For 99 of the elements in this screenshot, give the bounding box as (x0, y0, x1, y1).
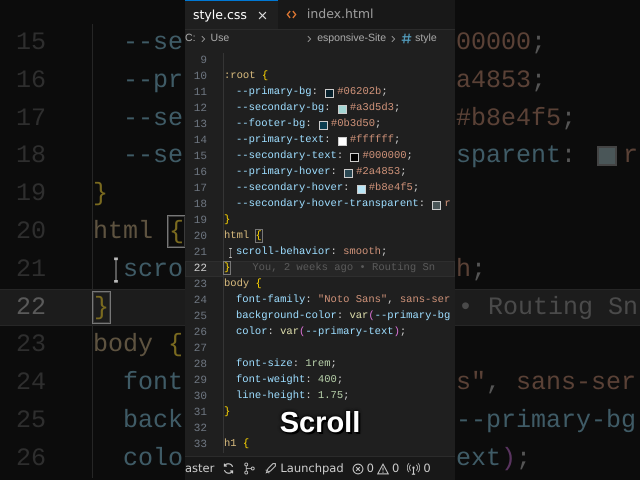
code-text: 00000; (456, 27, 546, 59)
breadcrumb-item[interactable]: esponsive-Site (317, 30, 386, 46)
video-caption: Scroll (280, 406, 360, 441)
source-control-icon[interactable] (243, 462, 256, 475)
code-text: :root { (224, 69, 268, 84)
code-text: scro (123, 254, 184, 286)
code-text: sparent: (456, 140, 578, 172)
code-text: --primary-bg (456, 404, 636, 437)
line-number: 25 (192, 310, 207, 325)
line-number: 29 (192, 374, 207, 389)
code-text: --se (123, 140, 184, 172)
code-text: #0b3d50; (330, 117, 382, 132)
code-text: background-color: var(--primary-bg (236, 309, 450, 324)
code-text: } (224, 405, 230, 420)
error-icon (352, 462, 364, 474)
line-number: 30 (192, 390, 207, 405)
code-text: --se (123, 27, 184, 59)
line-number: 27 (192, 342, 207, 357)
code-text: --secondary-hover-transparent: (236, 197, 426, 212)
code-text: font-size: 1rem; (236, 357, 337, 372)
close-icon[interactable] (256, 10, 268, 20)
code-text: scroll-behavior: smooth; (236, 245, 388, 260)
code-text: --primary-hover: (236, 165, 338, 180)
breadcrumb-item[interactable]: C: (185, 30, 196, 46)
antenna-icon (407, 462, 420, 475)
code-text: font (123, 367, 184, 400)
line-number: 15 (192, 150, 207, 165)
code-text: colo (123, 442, 184, 475)
code-text: --secondary-bg: (236, 101, 332, 116)
line-number: 12 (192, 102, 207, 117)
branch-name[interactable]: aster (185, 460, 214, 478)
code-text: html { (93, 214, 185, 249)
line-number: 32 (192, 422, 207, 437)
code-text: --se (123, 102, 184, 135)
code-text: #06202b; (337, 85, 388, 100)
chevron-right-icon (198, 34, 208, 44)
code-text: --footer-bg: (236, 117, 313, 132)
sync-icon[interactable] (222, 462, 236, 475)
editor-tab[interactable]: index.html (278, 0, 384, 29)
line-number: 18 (192, 198, 207, 213)
line-number: 22 (192, 262, 207, 277)
code-text: #b8e4f5; (456, 102, 576, 135)
line-number: 33 (192, 438, 207, 453)
code-text: h1 { (224, 437, 250, 452)
breadcrumb-item[interactable]: Use (210, 30, 230, 46)
line-number: 28 (192, 358, 207, 373)
line-number: 31 (192, 406, 207, 421)
warning-icon (376, 462, 389, 474)
line-number: 10 (192, 70, 207, 85)
line-number: 23 (192, 278, 207, 293)
code-text: font-weight: 400; (236, 373, 344, 388)
code-text: h; (456, 254, 486, 286)
code-text: r (623, 140, 638, 172)
line-number: 21 (192, 246, 207, 261)
line-number: 22 (14, 292, 46, 324)
code-text: } (93, 290, 110, 325)
code-text: a4853; (456, 64, 546, 97)
line-number: 11 (192, 86, 207, 101)
code-text: } (224, 261, 230, 276)
code-text: #a3d5d3; (350, 101, 400, 116)
text-cursor-icon (111, 254, 121, 285)
code-text: --primary-bg: (236, 85, 319, 100)
code-text: body { (224, 277, 262, 292)
line-number: 20 (192, 230, 207, 245)
code-text: #000000; (362, 149, 413, 164)
line-number: 14 (192, 134, 207, 149)
line-number: 26 (192, 326, 207, 341)
hash-icon (401, 33, 412, 44)
line-number: 17 (192, 182, 207, 197)
code-text: } (224, 213, 230, 228)
problems-button[interactable]: 0 0 (352, 460, 400, 478)
code-text: s", sans-ser (456, 367, 636, 400)
code-text: } (93, 178, 108, 210)
line-number: 16 (192, 166, 207, 181)
line-number: 13 (192, 118, 207, 133)
code-text: #ffffff; (350, 133, 400, 148)
breadcrumb-item[interactable]: style (415, 30, 437, 46)
editor-tab[interactable]: style.css (185, 0, 278, 29)
code-text: #2a4853; (356, 165, 407, 180)
launchpad-button[interactable]: Launchpad (264, 460, 344, 478)
ports-button[interactable]: 0 (407, 460, 431, 478)
code-text: --secondary-hover: (236, 181, 350, 196)
code-text: font-family: "Noto Sans", sans-ser (236, 293, 450, 308)
code-text: ext); (456, 442, 532, 475)
line-number: 9 (199, 54, 207, 69)
code-text: r (444, 197, 451, 212)
code-brackets-icon (286, 9, 297, 20)
line-number: 19 (192, 214, 207, 229)
code-text: html { (224, 229, 262, 244)
code-text: body { (93, 329, 184, 362)
code-text: --pr (123, 64, 184, 97)
code-text: --primary-text: (236, 133, 332, 148)
code-text: line-height: 1.75; (236, 389, 350, 404)
code-text: color: var(--primary-text); (236, 325, 406, 340)
text-cursor-icon (227, 247, 234, 259)
line-number: 24 (192, 294, 207, 309)
code-text: #b8e4f5; (368, 181, 420, 196)
code-text: back (123, 404, 184, 437)
code-text: --secondary-text: (236, 149, 344, 164)
